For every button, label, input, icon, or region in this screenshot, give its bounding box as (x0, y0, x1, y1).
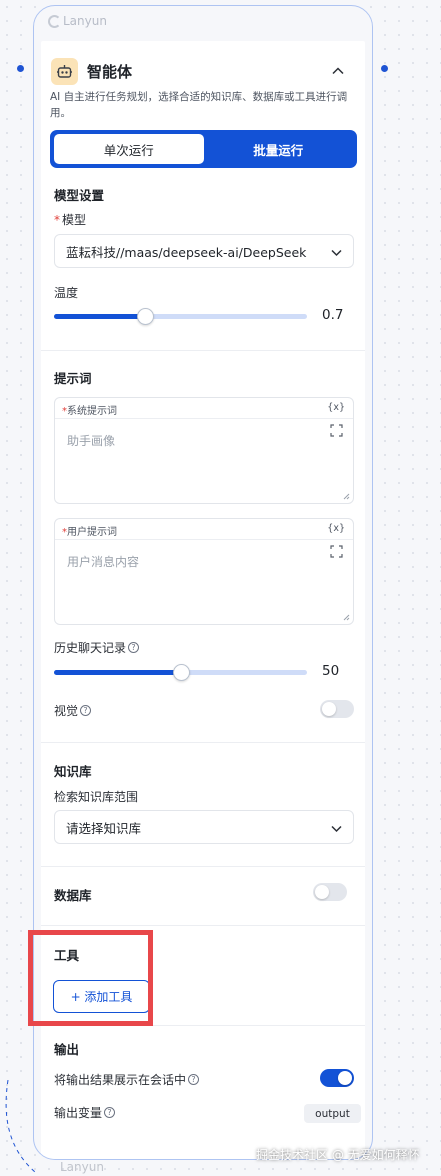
left-connector-dot[interactable] (17, 65, 24, 72)
system-prompt-header: *系统提示词 {x} (55, 398, 353, 419)
question-circle-icon[interactable]: ? (188, 1074, 200, 1085)
divider (41, 350, 365, 351)
model-select[interactable]: 蓝耘科技//maas/deepseek-ai/DeepSeek (54, 234, 354, 268)
tools-highlight-box (28, 930, 153, 1026)
output-title: 输出 (54, 1042, 80, 1057)
divider (41, 866, 365, 867)
required-mark: * (54, 212, 60, 227)
node-watermark: Lanyun (48, 14, 107, 28)
output-var-label: 输出变量 ? (54, 1104, 116, 1121)
database-title: 数据库 (54, 888, 92, 903)
divider (41, 742, 365, 743)
divider (41, 925, 365, 926)
tab-batch-run[interactable]: 批量运行 (204, 134, 354, 164)
question-circle-icon[interactable]: ? (80, 705, 92, 716)
model-settings-title: 模型设置 (54, 188, 105, 203)
temperature-slider[interactable] (54, 308, 307, 325)
next-node-watermark: Lanyun (60, 1160, 104, 1174)
user-prompt-label: 用户提示词 (67, 527, 117, 538)
resize-handle-icon[interactable] (343, 614, 350, 621)
database-toggle[interactable] (313, 883, 347, 901)
page-watermark: 掘金技术社区 @ 无爱如何释怀 (256, 1148, 420, 1162)
knowledge-search-label: 检索知识库范围 (54, 790, 139, 804)
history-slider[interactable] (54, 664, 307, 681)
resize-handle-icon[interactable] (343, 493, 350, 500)
history-value: 50 (322, 663, 340, 679)
user-prompt-header: *用户提示词 {x} (55, 519, 353, 540)
history-slider-fill (54, 670, 181, 675)
insert-variable-button[interactable]: {x} (327, 402, 345, 413)
robot-icon (51, 57, 78, 85)
lanyun-logo-icon (48, 14, 61, 28)
output-show-toggle[interactable] (320, 1069, 354, 1087)
question-circle-icon[interactable]: ? (104, 1107, 116, 1118)
temperature-slider-handle[interactable] (137, 308, 155, 325)
temperature-value: 0.7 (322, 307, 344, 323)
expand-icon[interactable] (330, 545, 343, 558)
node-description: AI 自主进行任务规划，选择合适的知识库、数据库或工具进行调用。 (50, 91, 348, 119)
insert-variable-button[interactable]: {x} (327, 523, 345, 534)
chevron-up-icon[interactable] (331, 64, 345, 78)
vision-label: 视觉 ? (54, 702, 92, 719)
system-prompt-placeholder: 助手画像 (67, 434, 116, 448)
vision-toggle[interactable] (320, 700, 354, 718)
question-circle-icon[interactable]: ? (128, 642, 140, 653)
node-title: 智能体 (87, 62, 133, 81)
knowledge-title: 知识库 (54, 764, 92, 779)
system-prompt-label: 系统提示词 (67, 406, 117, 417)
prompts-title: 提示词 (54, 371, 92, 386)
tab-single-run[interactable]: 单次运行 (54, 134, 204, 164)
system-prompt-field[interactable]: *系统提示词 {x} 助手画像 (54, 397, 354, 504)
user-prompt-field[interactable]: *用户提示词 {x} 用户消息内容 (54, 518, 354, 625)
model-label: * 模型 (54, 212, 87, 228)
right-connector-dot[interactable] (381, 65, 388, 72)
chevron-down-icon (331, 249, 342, 257)
expand-icon[interactable] (330, 424, 343, 437)
temperature-slider-fill (54, 314, 146, 319)
chevron-down-icon (331, 825, 342, 833)
history-label: 历史聊天记录 ? (54, 639, 140, 656)
knowledge-select[interactable]: 请选择知识库 (54, 810, 354, 844)
output-var-tag: output (304, 1104, 361, 1123)
model-select-value: 蓝耘科技//maas/deepseek-ai/DeepSeek (66, 244, 307, 260)
temperature-label: 温度 (54, 286, 79, 300)
user-prompt-placeholder: 用户消息内容 (67, 555, 140, 569)
history-slider-handle[interactable] (172, 664, 190, 681)
output-show-label: 将输出结果展示在会话中 ? (54, 1071, 200, 1088)
run-mode-tabs: 单次运行 批量运行 (50, 130, 357, 168)
node-header: 智能体 (51, 56, 355, 86)
knowledge-select-value: 请选择知识库 (66, 820, 142, 836)
